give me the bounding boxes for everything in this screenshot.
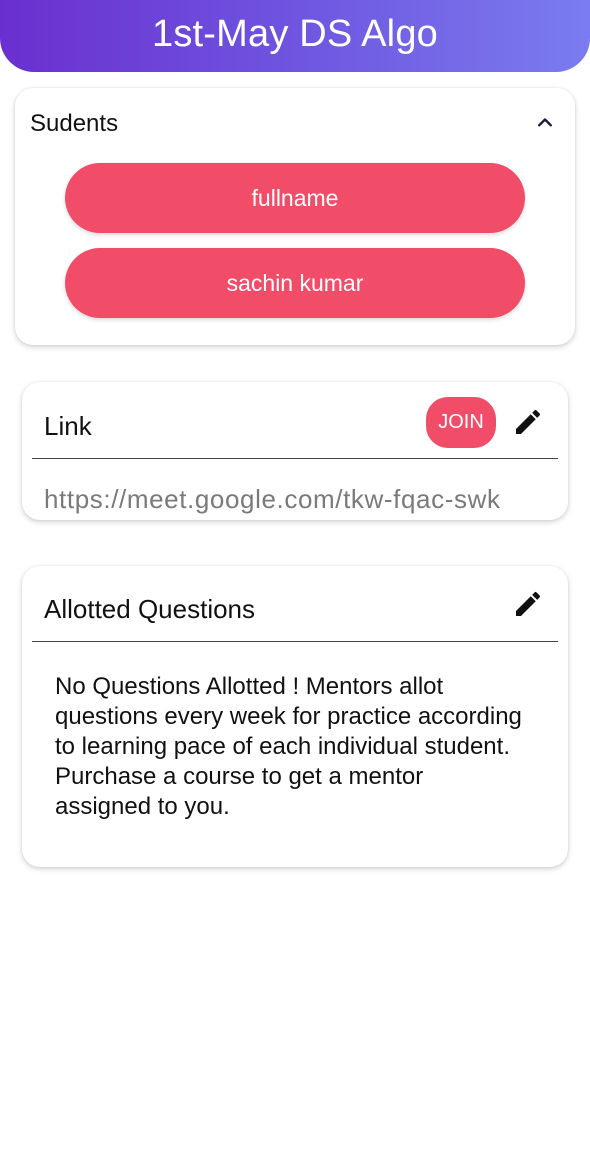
- divider: [32, 458, 558, 459]
- pencil-icon[interactable]: [512, 406, 544, 438]
- student-button[interactable]: sachin kumar: [65, 248, 525, 318]
- students-card: Sudents fullname sachin kumar: [15, 88, 575, 345]
- divider: [32, 641, 558, 642]
- chevron-up-icon[interactable]: [535, 112, 555, 132]
- questions-section-title: Allotted Questions: [44, 594, 256, 624]
- student-button[interactable]: fullname: [65, 163, 525, 233]
- meeting-url[interactable]: https://meet.google.com/tkw-fqac-swk: [44, 484, 501, 515]
- link-section-title: Link: [44, 411, 92, 441]
- link-card: Link JOIN https://meet.google.com/tkw-fq…: [22, 382, 568, 520]
- app-header: 1st-May DS Algo: [0, 0, 590, 72]
- join-button[interactable]: JOIN: [426, 397, 496, 448]
- no-questions-message: No Questions Allotted ! Mentors allot qu…: [55, 673, 522, 820]
- pencil-icon[interactable]: [512, 588, 544, 620]
- students-section-title: Sudents: [30, 110, 119, 137]
- page-title: 1st-May DS Algo: [152, 12, 438, 55]
- allotted-questions-card: Allotted Questions No Questions Allotted…: [22, 566, 568, 867]
